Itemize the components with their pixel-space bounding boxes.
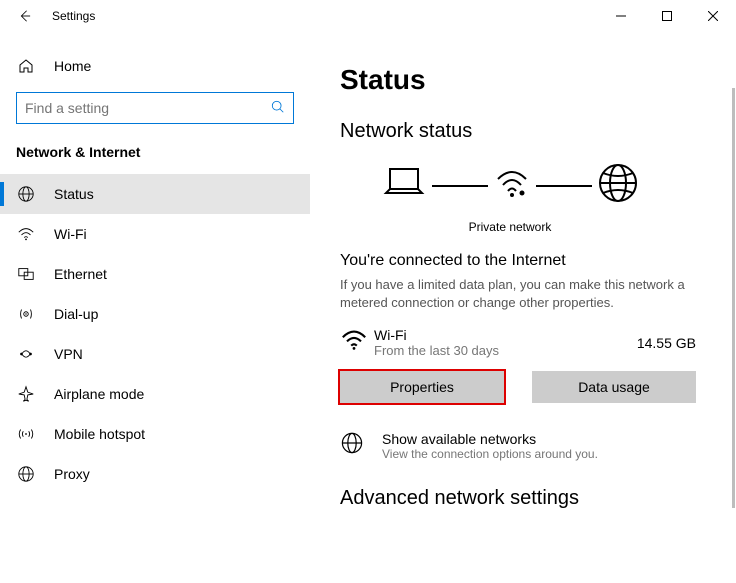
sidebar-item-status[interactable]: Status: [0, 174, 310, 214]
sidebar-item-dialup[interactable]: Dial-up: [0, 294, 310, 334]
sidebar-item-vpn[interactable]: VPN: [0, 334, 310, 374]
sidebar-item-hotspot[interactable]: Mobile hotspot: [0, 414, 310, 454]
sidebar-item-label: VPN: [54, 346, 83, 362]
wifi-usage-row: Wi-Fi From the last 30 days 14.55 GB: [340, 326, 696, 359]
status-icon: [16, 185, 36, 203]
minimize-button[interactable]: [598, 0, 644, 32]
wifi-icon: [16, 225, 36, 243]
laptop-icon: [380, 163, 428, 208]
search-field[interactable]: [25, 100, 271, 116]
sidebar-group-header: Network & Internet: [0, 144, 310, 174]
sidebar-item-airplane[interactable]: Airplane mode: [0, 374, 310, 414]
show-networks-row[interactable]: Show available networks View the connect…: [340, 431, 736, 461]
properties-button[interactable]: Properties: [340, 371, 504, 403]
sidebar-item-ethernet[interactable]: Ethernet: [0, 254, 310, 294]
search-input[interactable]: [16, 92, 294, 124]
sidebar-item-label: Airplane mode: [54, 386, 144, 402]
home-icon: [16, 58, 36, 74]
sidebar-item-label: Dial-up: [54, 306, 98, 322]
wifi-icon: [340, 326, 374, 359]
network-status-heading: Network status: [340, 120, 736, 143]
network-diagram: [340, 161, 680, 210]
sidebar-item-label: Wi-Fi: [54, 226, 87, 242]
maximize-button[interactable]: [644, 0, 690, 32]
globe-icon: [596, 161, 640, 210]
sidebar-item-label: Ethernet: [54, 266, 107, 282]
close-button[interactable]: [690, 0, 736, 32]
sidebar: Home Network & Internet Status Wi-Fi Eth…: [0, 32, 310, 583]
titlebar: Settings: [0, 0, 736, 32]
wifi-period: From the last 30 days: [374, 343, 637, 358]
globe-small-icon: [340, 431, 364, 461]
sidebar-item-label: Proxy: [54, 466, 90, 482]
sidebar-home-label: Home: [54, 58, 91, 74]
scrollbar[interactable]: [732, 88, 735, 508]
connector-line: [432, 185, 488, 187]
proxy-icon: [16, 465, 36, 483]
sidebar-item-label: Mobile hotspot: [54, 426, 145, 442]
ethernet-icon: [16, 265, 36, 283]
wifi-signal-icon: [492, 163, 532, 208]
show-networks-sub: View the connection options around you.: [382, 447, 598, 461]
page-title: Status: [340, 64, 736, 96]
dialup-icon: [16, 305, 36, 323]
wifi-name: Wi-Fi: [374, 327, 637, 343]
sidebar-item-label: Status: [54, 186, 94, 202]
sidebar-home[interactable]: Home: [0, 50, 310, 82]
sidebar-item-proxy[interactable]: Proxy: [0, 454, 310, 494]
connected-heading: You're connected to the Internet: [340, 252, 736, 270]
advanced-heading: Advanced network settings: [340, 487, 736, 510]
back-icon[interactable]: [14, 9, 34, 23]
hotspot-icon: [16, 425, 36, 443]
vpn-icon: [16, 345, 36, 363]
connected-description: If you have a limited data plan, you can…: [340, 276, 696, 312]
data-usage-button[interactable]: Data usage: [532, 371, 696, 403]
connector-line: [536, 185, 592, 187]
diagram-caption: Private network: [340, 220, 680, 234]
show-networks-title: Show available networks: [382, 431, 598, 447]
search-icon: [271, 100, 285, 117]
sidebar-item-wifi[interactable]: Wi-Fi: [0, 214, 310, 254]
main-content: Status Network status Private network Yo…: [310, 32, 736, 583]
window-title: Settings: [52, 9, 95, 23]
airplane-icon: [16, 385, 36, 403]
wifi-usage-value: 14.55 GB: [637, 335, 696, 351]
